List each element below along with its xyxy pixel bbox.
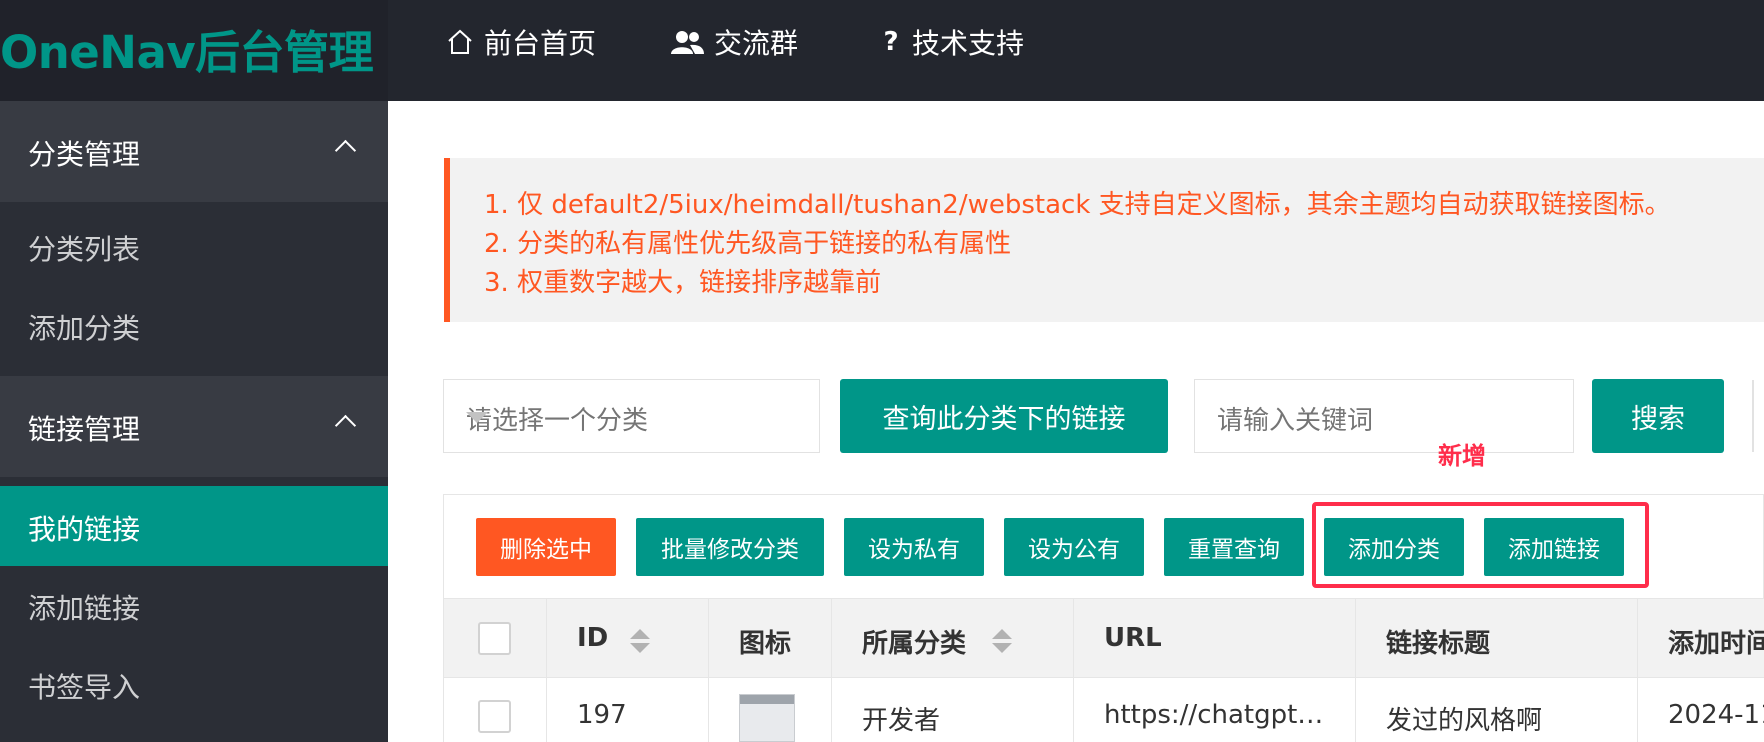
sidebar-item-add-link[interactable]: 添加链接 bbox=[0, 565, 388, 645]
sidebar-item-category-list[interactable]: 分类列表 bbox=[0, 206, 388, 286]
column-header-label: URL bbox=[1104, 623, 1162, 653]
nav-group-label: 交流群 bbox=[714, 27, 799, 60]
chevron-up-icon bbox=[334, 139, 357, 162]
divider bbox=[1752, 380, 1754, 452]
app-logo[interactable]: OneNav后台管理 bbox=[0, 16, 374, 81]
notice-line: 2. 分类的私有属性优先级高于链接的私有属性 bbox=[484, 229, 1012, 259]
nav-home[interactable]: 前台首页 bbox=[446, 22, 596, 62]
table-header: ID 图标 所属分类 URL 链接标题 添加时间 bbox=[444, 598, 1764, 678]
sidebar-item-add-category[interactable]: 添加分类 bbox=[0, 285, 388, 365]
column-header-added-time: 添加时间 bbox=[1638, 599, 1764, 677]
question-icon: ? bbox=[883, 27, 899, 57]
cell-category: 开发者 bbox=[832, 678, 1074, 742]
annotation-label: 新增 bbox=[1438, 442, 1486, 470]
select-all-checkbox[interactable] bbox=[478, 622, 511, 655]
table-row[interactable]: 197 开发者 https://chatgpt… 发过的风格啊 2024-11 bbox=[444, 678, 1764, 742]
set-private-button[interactable]: 设为私有 bbox=[844, 518, 984, 576]
annotation-highlight-box bbox=[1312, 502, 1649, 588]
sidebar-item-my-links[interactable]: 我的链接 bbox=[0, 486, 388, 566]
column-header-title: 链接标题 bbox=[1356, 599, 1638, 677]
sort-icon[interactable] bbox=[630, 629, 650, 657]
cell-icon bbox=[709, 678, 832, 742]
nav-group[interactable]: 交流群 bbox=[670, 22, 798, 62]
sidebar-item-bookmark-import[interactable]: 书签导入 bbox=[0, 644, 388, 724]
category-select[interactable]: 请选择一个分类 bbox=[443, 379, 820, 453]
row-checkbox-cell bbox=[444, 678, 547, 742]
cell-url[interactable]: https://chatgpt… bbox=[1074, 678, 1356, 742]
category-select-placeholder: 请选择一个分类 bbox=[466, 406, 649, 436]
sidebar-item-label: 添加链接 bbox=[28, 592, 141, 625]
sidebar-group-links-label: 链接管理 bbox=[28, 413, 141, 446]
sidebar: 分类管理 分类列表 添加分类 链接管理 我的链接 添加链接 书签导入 bbox=[0, 101, 388, 742]
sidebar-item-label: 添加分类 bbox=[28, 312, 141, 345]
column-header-icon: 图标 bbox=[709, 599, 832, 677]
cell-title-text: 发过的风格啊 bbox=[1386, 706, 1543, 736]
query-category-button[interactable]: 查询此分类下的链接 bbox=[840, 379, 1168, 453]
chevron-up-icon bbox=[334, 414, 357, 437]
column-header-label: 链接标题 bbox=[1386, 629, 1491, 659]
column-header-category[interactable]: 所属分类 bbox=[832, 599, 1074, 677]
sidebar-group-category-label: 分类管理 bbox=[28, 138, 141, 171]
column-header-label: 所属分类 bbox=[862, 629, 967, 659]
cell-id: 197 bbox=[547, 678, 709, 742]
notice-line: 3. 权重数字越大，链接排序越靠前 bbox=[484, 268, 882, 298]
column-header-id[interactable]: ID bbox=[547, 599, 709, 677]
batch-category-button[interactable]: 批量修改分类 bbox=[636, 518, 824, 576]
nav-support[interactable]: ? 技术支持 bbox=[880, 22, 1024, 62]
sort-icon[interactable] bbox=[992, 629, 1012, 657]
sidebar-group-links[interactable]: 链接管理 bbox=[0, 376, 388, 477]
cell-title: 发过的风格啊 bbox=[1356, 678, 1638, 742]
cell-id-text: 197 bbox=[577, 700, 627, 730]
set-public-button[interactable]: 设为公有 bbox=[1004, 518, 1144, 576]
column-header-label: ID bbox=[577, 623, 609, 653]
cell-added-time-text: 2024-11 bbox=[1668, 700, 1764, 730]
notice-line: 1. 仅 default2/5iux/heimdall/tushan2/webs… bbox=[484, 190, 1671, 220]
sidebar-item-label: 我的链接 bbox=[28, 513, 141, 546]
sidebar-group-category[interactable]: 分类管理 bbox=[0, 101, 388, 202]
column-header-label: 添加时间 bbox=[1668, 629, 1764, 659]
header-checkbox-cell bbox=[444, 599, 547, 677]
search-button[interactable]: 搜索 bbox=[1592, 379, 1724, 453]
users-icon bbox=[670, 28, 704, 56]
row-checkbox[interactable] bbox=[478, 700, 511, 733]
top-bar: OneNav后台管理 前台首页 交流群 ? 技术支持 bbox=[0, 0, 1764, 101]
column-header-label: 图标 bbox=[739, 629, 792, 659]
cell-url-text: https://chatgpt… bbox=[1104, 700, 1324, 730]
cell-added-time: 2024-11 bbox=[1638, 678, 1764, 742]
sidebar-item-label: 书签导入 bbox=[28, 671, 141, 704]
reset-query-button[interactable]: 重置查询 bbox=[1164, 518, 1304, 576]
notice-box: 1. 仅 default2/5iux/heimdall/tushan2/webs… bbox=[444, 158, 1764, 322]
delete-selected-button[interactable]: 删除选中 bbox=[476, 518, 616, 576]
logo-area: OneNav后台管理 bbox=[0, 0, 388, 101]
keyword-input[interactable]: 请输入关键词 bbox=[1194, 379, 1574, 453]
keyword-input-placeholder: 请输入关键词 bbox=[1217, 406, 1374, 436]
link-thumbnail-icon bbox=[739, 694, 795, 742]
column-header-url: URL bbox=[1074, 599, 1356, 677]
nav-home-label: 前台首页 bbox=[484, 27, 597, 60]
cell-category-text: 开发者 bbox=[862, 706, 941, 736]
nav-support-label: 技术支持 bbox=[912, 27, 1025, 60]
caret-down-icon bbox=[466, 412, 488, 423]
home-icon bbox=[446, 28, 474, 56]
sidebar-item-label: 分类列表 bbox=[28, 233, 141, 266]
